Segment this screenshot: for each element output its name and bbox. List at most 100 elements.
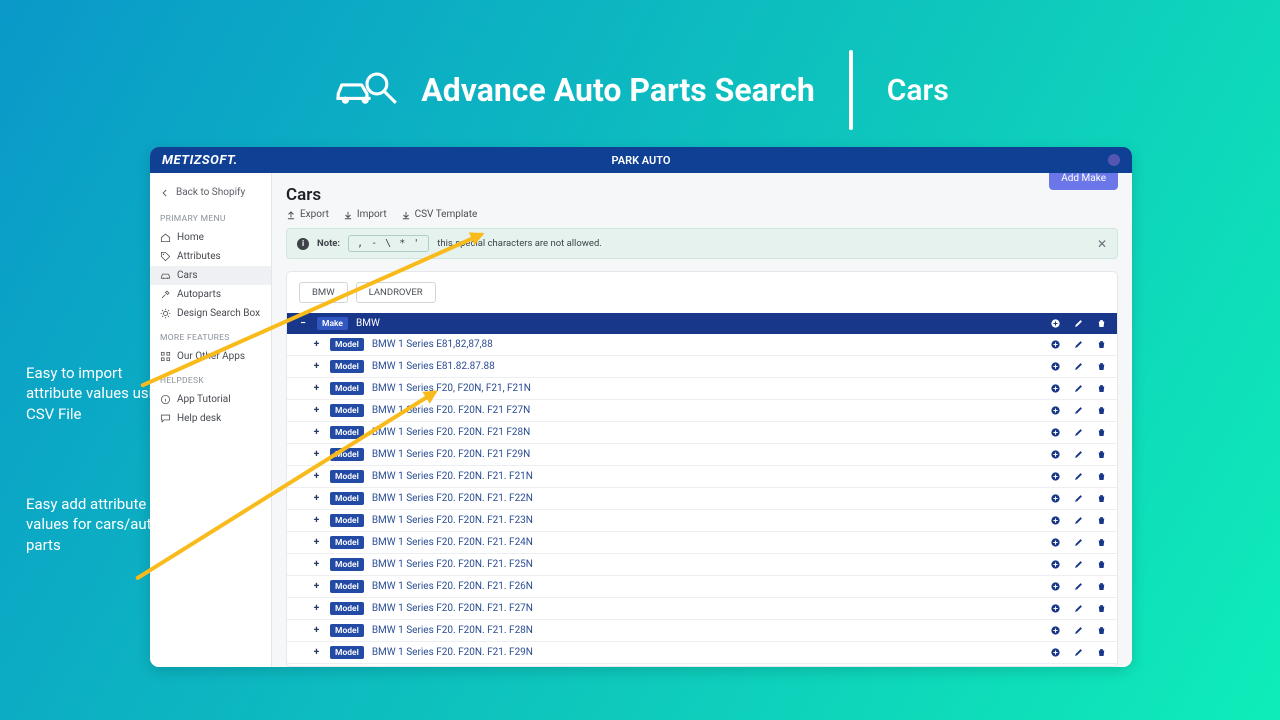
model-name[interactable]: BMW 1 Series F20, F20N, F21, F21N xyxy=(372,383,531,394)
add-icon[interactable] xyxy=(1050,537,1061,548)
car-search-icon xyxy=(331,66,403,114)
add-icon[interactable] xyxy=(1050,625,1061,636)
sidebar-item-attributes[interactable]: Attributes xyxy=(150,247,271,266)
collapse-icon[interactable]: − xyxy=(297,318,309,330)
delete-icon[interactable] xyxy=(1096,603,1107,614)
expand-icon[interactable]: + xyxy=(311,603,322,614)
expand-icon[interactable]: + xyxy=(311,559,322,570)
export-button[interactable]: Export xyxy=(286,209,329,220)
user-menu[interactable] xyxy=(1108,154,1120,166)
note-bar: i Note: , - \ * ' this special character… xyxy=(286,228,1118,259)
expand-icon[interactable]: + xyxy=(311,647,322,658)
delete-icon[interactable] xyxy=(1096,427,1107,438)
tag-icon xyxy=(160,251,171,262)
delete-icon[interactable] xyxy=(1096,647,1107,658)
edit-icon[interactable] xyxy=(1073,647,1084,658)
edit-icon[interactable] xyxy=(1073,471,1084,482)
add-icon[interactable] xyxy=(1050,603,1061,614)
edit-icon[interactable] xyxy=(1073,339,1084,350)
model-name[interactable]: BMW 1 Series F20. F20N. F21. F27N xyxy=(372,603,533,614)
delete-icon[interactable] xyxy=(1096,625,1107,636)
delete-icon[interactable] xyxy=(1096,515,1107,526)
edit-icon[interactable] xyxy=(1073,625,1084,636)
add-icon[interactable] xyxy=(1050,361,1061,372)
model-name[interactable]: BMW 1 Series F20. F20N. F21. F25N xyxy=(372,559,533,570)
add-icon[interactable] xyxy=(1050,581,1061,592)
delete-icon[interactable] xyxy=(1096,581,1107,592)
expand-icon[interactable]: + xyxy=(311,581,322,592)
edit-icon[interactable] xyxy=(1073,603,1084,614)
csv-template-button[interactable]: CSV Template xyxy=(401,209,478,220)
close-icon[interactable]: ✕ xyxy=(1097,237,1107,251)
sidebar-item-label: App Tutorial xyxy=(177,394,231,405)
delete-icon[interactable] xyxy=(1096,383,1107,394)
add-icon[interactable] xyxy=(1050,493,1061,504)
add-icon[interactable] xyxy=(1050,339,1061,350)
delete-icon[interactable] xyxy=(1096,537,1107,548)
sidebar-item-home[interactable]: Home xyxy=(150,228,271,247)
edit-icon[interactable] xyxy=(1073,537,1084,548)
edit-icon[interactable] xyxy=(1073,493,1084,504)
delete-icon[interactable] xyxy=(1096,405,1107,416)
model-name[interactable]: BMW 1 Series F20. F20N. F21 F29N xyxy=(372,449,530,460)
expand-icon[interactable]: + xyxy=(311,537,322,548)
add-icon[interactable] xyxy=(1050,318,1061,329)
back-to-shopify[interactable]: Back to Shopify xyxy=(150,181,271,204)
add-icon[interactable] xyxy=(1050,449,1061,460)
expand-icon[interactable]: + xyxy=(311,625,322,636)
delete-icon[interactable] xyxy=(1096,318,1107,329)
model-name[interactable]: BMW 1 Series E81,82,87,88 xyxy=(372,339,493,350)
delete-icon[interactable] xyxy=(1096,361,1107,372)
delete-icon[interactable] xyxy=(1096,493,1107,504)
expand-icon[interactable]: + xyxy=(311,515,322,526)
model-name[interactable]: BMW 1 Series F20. F20N. F21. F23N xyxy=(372,515,533,526)
expand-icon[interactable]: + xyxy=(311,427,322,438)
edit-icon[interactable] xyxy=(1073,405,1084,416)
model-name[interactable]: BMW 1 Series F20. F20N. F21. F29N xyxy=(372,647,533,658)
expand-icon[interactable]: + xyxy=(311,361,322,372)
add-icon[interactable] xyxy=(1050,559,1061,570)
edit-icon[interactable] xyxy=(1073,427,1084,438)
edit-icon[interactable] xyxy=(1073,318,1084,329)
sidebar-item-autoparts[interactable]: Autoparts xyxy=(150,285,271,304)
add-icon[interactable] xyxy=(1050,471,1061,482)
model-name[interactable]: BMW 1 Series F20. F20N. F21. F26N xyxy=(372,581,533,592)
expand-icon[interactable]: + xyxy=(311,471,322,482)
model-name[interactable]: BMW 1 Series F20. F20N. F21. F21N xyxy=(372,471,533,482)
add-icon[interactable] xyxy=(1050,383,1061,394)
edit-icon[interactable] xyxy=(1073,361,1084,372)
add-icon[interactable] xyxy=(1050,647,1061,658)
model-name[interactable]: BMW 1 Series F20. F20N. F21. F24N xyxy=(372,537,533,548)
sidebar-item-help-desk[interactable]: Help desk xyxy=(150,409,271,428)
model-name[interactable]: BMW 1 Series F20. F20N. F21 F28N xyxy=(372,427,530,438)
edit-icon[interactable] xyxy=(1073,383,1084,394)
expand-icon[interactable]: + xyxy=(311,493,322,504)
add-icon[interactable] xyxy=(1050,427,1061,438)
sidebar-item-cars[interactable]: Cars xyxy=(150,266,271,285)
delete-icon[interactable] xyxy=(1096,559,1107,570)
sidebar-item-design-search-box[interactable]: Design Search Box xyxy=(150,304,271,323)
sidebar-item-app-tutorial[interactable]: App Tutorial xyxy=(150,390,271,409)
expand-icon[interactable]: + xyxy=(311,449,322,460)
model-row: +ModelBMW 1 Series F20. F20N. F21 F29N xyxy=(287,444,1117,466)
add-icon[interactable] xyxy=(1050,515,1061,526)
edit-icon[interactable] xyxy=(1073,581,1084,592)
sidebar-heading-primary: PRIMARY MENU xyxy=(150,204,271,228)
tab-bmw[interactable]: BMW xyxy=(299,282,348,303)
edit-icon[interactable] xyxy=(1073,449,1084,460)
add-make-button[interactable]: Add Make xyxy=(1049,173,1118,190)
delete-icon[interactable] xyxy=(1096,449,1107,460)
model-row: +ModelBMW 1 Series F20. F20N. F21. F25N xyxy=(287,554,1117,576)
import-button[interactable]: Import xyxy=(343,209,387,220)
expand-icon[interactable]: + xyxy=(311,339,322,350)
add-icon[interactable] xyxy=(1050,405,1061,416)
edit-icon[interactable] xyxy=(1073,515,1084,526)
model-name[interactable]: BMW 1 Series F20. F20N. F21. F28N xyxy=(372,625,533,636)
expand-icon[interactable]: + xyxy=(311,383,322,394)
delete-icon[interactable] xyxy=(1096,339,1107,350)
expand-icon[interactable]: + xyxy=(311,405,322,416)
edit-icon[interactable] xyxy=(1073,559,1084,570)
delete-icon[interactable] xyxy=(1096,471,1107,482)
model-name[interactable]: BMW 1 Series E81.82.87.88 xyxy=(372,361,495,372)
model-name[interactable]: BMW 1 Series F20. F20N. F21. F22N xyxy=(372,493,533,504)
